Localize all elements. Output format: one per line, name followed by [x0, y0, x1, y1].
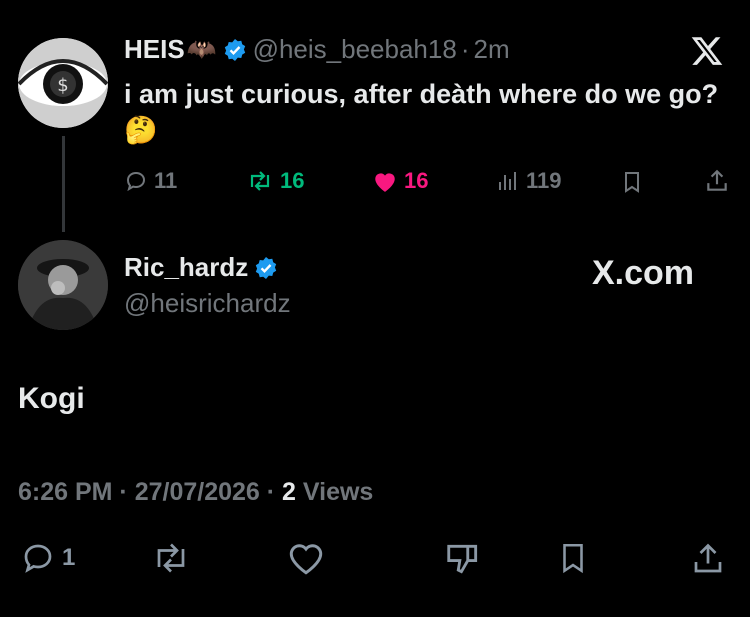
reply-icon — [24, 544, 52, 573]
views-count: 119 — [526, 168, 562, 193]
heart-icon — [289, 544, 323, 575]
bat-emoji: 🦇 — [186, 36, 217, 63]
reply-views-count: 2 — [282, 478, 296, 506]
reply-views-label: Views — [302, 478, 374, 506]
eye-avatar-image: $ — [18, 38, 108, 128]
thumbs-down-icon — [447, 544, 478, 574]
person-photo-avatar-image — [18, 240, 108, 330]
share-action-button[interactable] — [690, 540, 726, 578]
share-icon — [694, 543, 722, 573]
avatar-richardz[interactable] — [18, 240, 108, 330]
svg-text:$: $ — [57, 75, 68, 96]
like-count: 16 — [404, 168, 429, 193]
downvote-action-button[interactable] — [444, 540, 482, 578]
views-count-action[interactable]: 119 — [496, 168, 562, 194]
like-count-action[interactable]: 16 — [372, 168, 428, 194]
xcom-watermark: X.com — [592, 254, 695, 292]
author-handle[interactable]: @heis_beebah18 — [253, 34, 457, 65]
verified-badge-icon — [223, 38, 247, 62]
x-logo-icon[interactable] — [690, 34, 724, 73]
quoted-tweet-text: i am just curious, after deàth where do … — [124, 79, 719, 145]
reply-author-name[interactable]: Ric_hardz — [124, 252, 248, 283]
repost-count: 16 — [280, 168, 305, 193]
avatar-heis[interactable]: $ — [18, 38, 108, 128]
thread-connector-line — [62, 136, 65, 232]
heart-filled-icon — [375, 173, 395, 192]
reply-count: 11 — [154, 168, 178, 193]
repost-icon — [250, 171, 270, 191]
bookmark-icon — [563, 543, 583, 574]
like-action-button[interactable] — [286, 540, 326, 576]
share-icon[interactable] — [704, 168, 730, 199]
views-bar-chart-icon — [499, 172, 516, 190]
bookmark-icon[interactable] — [620, 170, 644, 199]
reply-tweet-header: Ric_hardz — [124, 252, 284, 283]
reply-text: Kogi — [18, 382, 85, 415]
author-name[interactable]: HEIS — [124, 34, 185, 65]
reply-timestamp[interactable]: 6:26 PM · 27/07/2026 · — [18, 478, 282, 506]
reply-action-count: 1 — [62, 544, 76, 571]
reply-icon — [126, 171, 146, 192]
reply-author-handle[interactable]: @heisrichardz — [124, 288, 291, 319]
reply-timestamp-row: 6:26 PM · 27/07/2026 · 2 Views — [18, 478, 373, 507]
verified-badge-icon — [254, 256, 278, 280]
tweet-time[interactable]: 2m — [473, 34, 509, 65]
dot-separator: · — [460, 34, 470, 64]
reply-count-action[interactable]: 11 — [124, 168, 177, 194]
repost-icon — [157, 543, 185, 573]
repost-count-action[interactable]: 16 — [246, 168, 304, 194]
quoted-tweet-header: HEIS 🦇 @heis_beebah18 · 2m — [124, 34, 510, 65]
reply-action-button[interactable]: 1 — [20, 540, 75, 576]
bookmark-action-button[interactable] — [556, 540, 590, 576]
repost-action-button[interactable] — [150, 540, 192, 576]
